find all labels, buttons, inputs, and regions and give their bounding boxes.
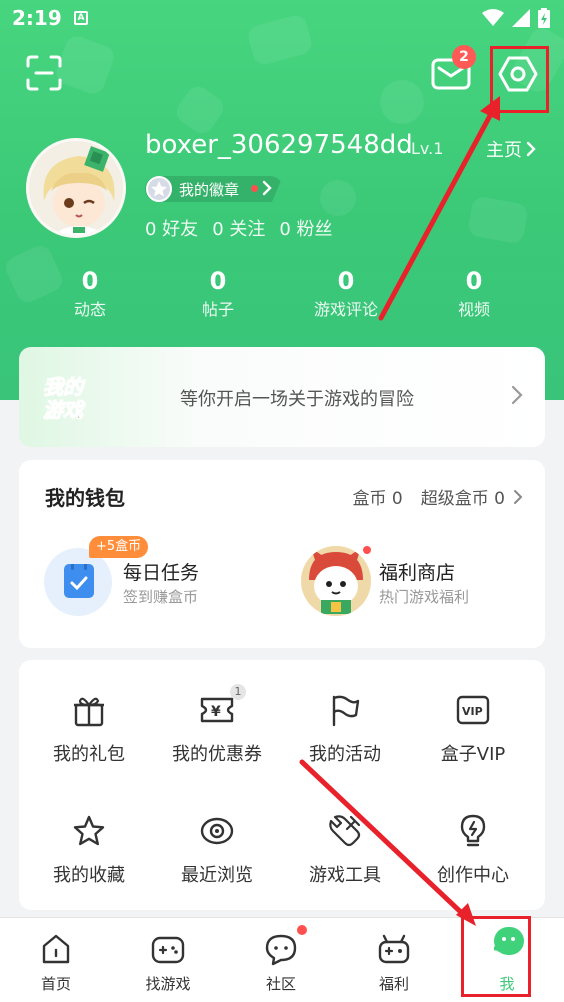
avatar[interactable] (26, 138, 126, 238)
vip-icon: VIP (456, 695, 490, 725)
grid-item-label: 盒子VIP (440, 744, 506, 765)
battery-icon (538, 8, 550, 28)
svg-text:¥: ¥ (211, 704, 221, 720)
notification-icon: A (74, 11, 88, 25)
highlight-box-me-tab (461, 916, 531, 997)
stat-value: 0 (81, 267, 99, 295)
badge-notification-dot (251, 185, 258, 192)
gamepad-icon (151, 936, 185, 964)
grid-item-label: 我的礼包 (53, 744, 125, 765)
daily-task-subtitle: 签到赚盒币 (123, 588, 199, 606)
grid-item-label: 最近浏览 (181, 865, 253, 886)
flag-icon (332, 695, 360, 727)
following-count[interactable]: 0 关注 (212, 215, 265, 241)
status-icons (482, 8, 550, 28)
status-bar: 2:19 A (0, 0, 564, 36)
scan-icon[interactable] (26, 55, 62, 91)
features-grid: 我的礼包 ¥ 1 我的优惠券 我的活动 VIP 盒子VIP 我的收藏 最近浏览 (19, 660, 545, 910)
chat-icon (265, 934, 297, 966)
stat-threads[interactable]: 0 帖子 (154, 266, 282, 324)
stats-row: 0 动态 0 帖子 0 游戏评论 0 视频 (26, 266, 538, 324)
highlight-box-settings (490, 46, 549, 113)
recent-views-item[interactable]: 最近浏览 (147, 811, 287, 887)
tools-icon (329, 815, 361, 847)
my-activities-item[interactable]: 我的活动 (275, 690, 415, 766)
stat-value: 0 (209, 267, 227, 295)
nav-community[interactable]: 社区 (225, 918, 337, 1002)
stat-posts-activity[interactable]: 0 动态 (26, 266, 154, 324)
homepage-label: 主页 (486, 140, 522, 161)
nav-welfare[interactable]: 福利 (338, 918, 450, 1002)
lightbulb-icon (460, 814, 486, 847)
welfare-shop-subtitle: 热门游戏福利 (379, 588, 470, 606)
stat-label: 视频 (457, 300, 490, 319)
stat-videos[interactable]: 0 视频 (410, 266, 538, 324)
reward-badge: +5盒币 (89, 536, 149, 558)
grid-item-label: 游戏工具 (309, 865, 381, 886)
my-badge-label: 我的徽章 (179, 181, 240, 199)
community-notification-dot (297, 925, 307, 935)
nav-find-games[interactable]: 找游戏 (112, 918, 224, 1002)
wallet-title: 我的钱包 (45, 486, 125, 510)
adventure-text: 等你开启一场关于游戏的冒险 (180, 389, 414, 410)
chevron-right-icon (511, 385, 523, 405)
status-time: 2:19 (12, 6, 62, 30)
grid-item-label: 我的活动 (309, 744, 381, 765)
welfare-shop-icon (301, 546, 371, 616)
coupon-icon: ¥ (200, 697, 234, 723)
gift-icon (74, 697, 104, 727)
coupon-count-badge: 1 (230, 684, 246, 700)
wallet-card: 我的钱包 盒币 0 超级盒币 0 +5盒币 每日任务 签到赚盒币 福利商店 热门… (19, 460, 545, 648)
grid-item-label: 创作中心 (437, 865, 509, 886)
wifi-icon (482, 9, 504, 26)
chevron-right-icon (526, 141, 536, 157)
stat-label: 动态 (73, 300, 106, 319)
star-icon (73, 815, 105, 846)
level-badge: Lv.1 (411, 139, 444, 158)
nav-label: 福利 (378, 975, 409, 993)
gift-box-icon (378, 934, 410, 964)
nav-home[interactable]: 首页 (0, 918, 112, 1002)
signal-icon (512, 9, 530, 27)
stat-value: 0 (337, 267, 355, 295)
stat-label: 帖子 (201, 300, 234, 319)
super-coins-balance: 超级盒币 0 (420, 489, 505, 509)
username: boxer_306297548dd (145, 130, 413, 160)
stat-label: 游戏评论 (313, 300, 378, 319)
box-vip-item[interactable]: VIP 盒子VIP (403, 690, 543, 766)
my-gifts-item[interactable]: 我的礼包 (19, 690, 159, 766)
badge-chevron-icon (262, 180, 272, 196)
nav-label: 找游戏 (145, 975, 191, 993)
grid-item-label: 我的优惠券 (172, 744, 262, 765)
social-counts: 0 好友 0 关注 0 粉丝 (145, 215, 333, 241)
my-games-banner[interactable]: 我的 游戏 等你开启一场关于游戏的冒险 (19, 347, 545, 447)
eye-icon (200, 817, 234, 845)
mail-badge: 2 (452, 45, 476, 69)
coins-balance: 盒币 0 (352, 489, 403, 509)
my-favorites-item[interactable]: 我的收藏 (19, 811, 159, 887)
creation-center-item[interactable]: 创作中心 (403, 811, 543, 887)
nav-label: 首页 (40, 975, 71, 993)
daily-task-title: 每日任务 (123, 562, 200, 584)
shop-notification-dot (363, 546, 371, 554)
game-tools-item[interactable]: 游戏工具 (275, 811, 415, 887)
my-coupons-item[interactable]: ¥ 1 我的优惠券 (147, 684, 287, 766)
nav-label: 社区 (265, 975, 296, 993)
badge-star-icon (146, 176, 172, 202)
friends-count[interactable]: 0 好友 (145, 215, 198, 241)
wallet-coins-link[interactable]: 盒币 0 超级盒币 0 (353, 484, 523, 509)
welfare-shop-title: 福利商店 (379, 562, 456, 584)
chevron-right-icon (514, 489, 523, 504)
calendar-check-icon (64, 562, 94, 598)
grid-item-label: 我的收藏 (53, 865, 125, 886)
homepage-link[interactable]: 主页 (486, 136, 536, 162)
fans-count[interactable]: 0 粉丝 (279, 215, 332, 241)
stat-value: 0 (465, 267, 483, 295)
stat-game-reviews[interactable]: 0 游戏评论 (282, 266, 410, 324)
svg-text:VIP: VIP (462, 705, 483, 718)
home-icon (42, 934, 70, 964)
